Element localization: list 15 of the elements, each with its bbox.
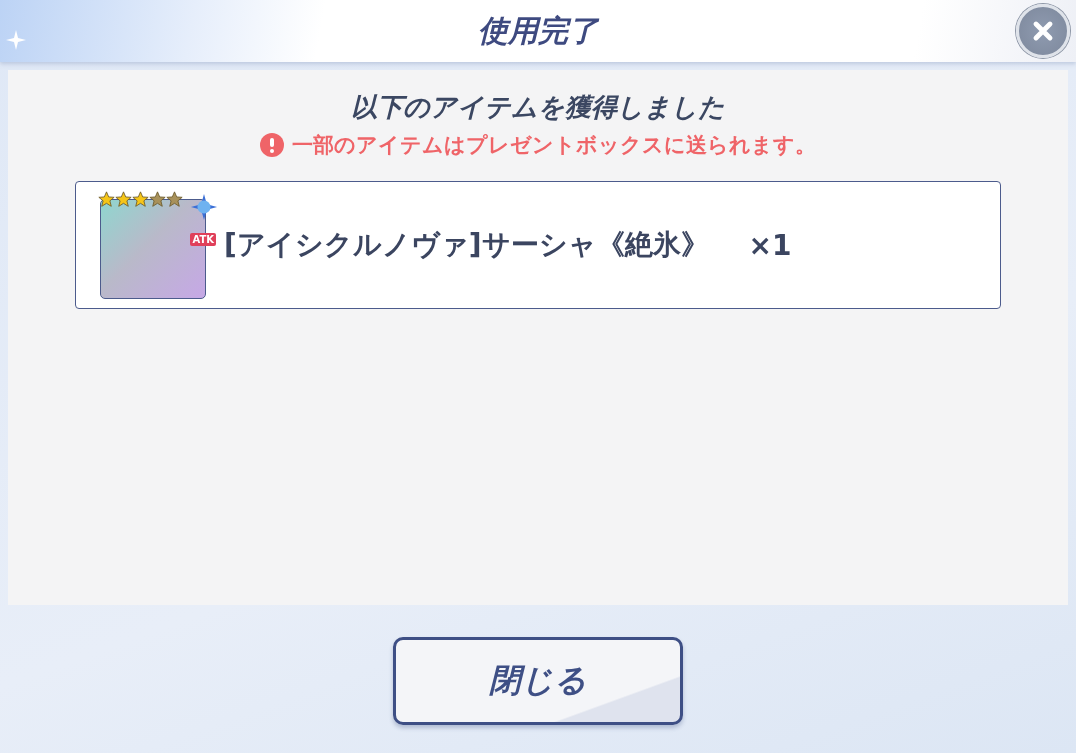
sparkle-icon — [6, 30, 26, 50]
result-heading: 以下のアイテムを獲得しました — [351, 91, 725, 124]
star-icon — [132, 191, 149, 208]
star-icon — [115, 191, 132, 208]
attack-badge: ATK — [190, 233, 216, 246]
close-button[interactable]: 閉じる — [393, 637, 683, 725]
window-title: 使用完了 — [478, 11, 598, 50]
star-icon — [166, 191, 183, 208]
star-icon — [98, 191, 115, 208]
close-button[interactable] — [1016, 4, 1070, 58]
notice-text: 一部のアイテムはプレゼントボックスに送られます。 — [292, 132, 816, 159]
item-quantity: ×1 — [748, 228, 792, 262]
warning-icon — [260, 133, 284, 157]
star-icon — [149, 191, 166, 208]
item-name: [アイシクルノヴァ]サーシャ《絶氷》 — [224, 227, 709, 263]
